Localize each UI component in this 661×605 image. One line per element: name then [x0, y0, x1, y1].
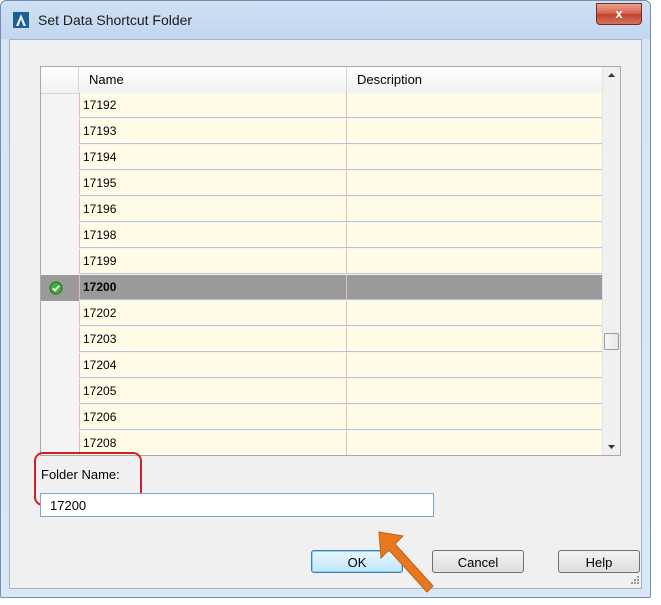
resize-grip-icon[interactable]	[628, 575, 640, 587]
grid-rows: 17192 17193 17194 17195 17196 17198 17199 17200…	[41, 93, 613, 455]
autocad-app-icon	[13, 12, 29, 28]
row-description-cell[interactable]	[347, 275, 613, 300]
help-button[interactable]: Help	[558, 550, 640, 573]
vertical-scrollbar[interactable]	[602, 67, 620, 455]
scroll-down-icon[interactable]	[603, 438, 620, 455]
table-row[interactable]: 17192	[41, 93, 613, 119]
row-status-cell	[41, 353, 79, 379]
row-status-cell	[41, 223, 79, 249]
table-row[interactable]: 17204	[41, 353, 613, 379]
row-name-cell[interactable]: 17192	[79, 93, 347, 118]
row-name-cell[interactable]: 17205	[79, 379, 347, 404]
folder-name-label: Folder Name:	[41, 467, 120, 482]
row-name-cell[interactable]: 17206	[79, 405, 347, 430]
row-description-cell[interactable]	[347, 197, 613, 222]
row-description-cell[interactable]	[347, 431, 613, 455]
grid-header: Name Description	[41, 67, 605, 94]
table-row[interactable]: 17199	[41, 249, 613, 275]
row-status-cell	[41, 301, 79, 327]
cancel-button[interactable]: Cancel	[432, 550, 524, 573]
table-row[interactable]: 17202	[41, 301, 613, 327]
row-status-cell	[41, 171, 79, 197]
row-name-cell[interactable]: 17204	[79, 353, 347, 378]
orange-arrow-icon	[378, 531, 434, 593]
header-status-column	[41, 67, 79, 93]
table-row[interactable]: 17193	[41, 119, 613, 145]
row-description-cell[interactable]	[347, 301, 613, 326]
row-name-cell[interactable]: 17193	[79, 119, 347, 144]
row-status-cell	[41, 249, 79, 275]
row-status-cell	[41, 197, 79, 223]
row-status-cell	[41, 275, 79, 301]
row-name-cell[interactable]: 17196	[79, 197, 347, 222]
row-name-cell[interactable]: 17200	[79, 275, 347, 300]
scroll-up-icon[interactable]	[603, 67, 620, 84]
table-row[interactable]: 17203	[41, 327, 613, 353]
row-name-cell[interactable]: 17195	[79, 171, 347, 196]
header-name[interactable]: Name	[79, 67, 347, 93]
row-name-cell[interactable]: 17199	[79, 249, 347, 274]
scrollbar-thumb[interactable]	[604, 333, 619, 350]
row-description-cell[interactable]	[347, 379, 613, 404]
row-description-cell[interactable]	[347, 145, 613, 170]
row-description-cell[interactable]	[347, 249, 613, 274]
row-name-cell[interactable]: 17203	[79, 327, 347, 352]
table-row[interactable]: 17195	[41, 171, 613, 197]
row-status-cell	[41, 327, 79, 353]
dialog-client-area: Name Description 17192 17193 17194 17195 171…	[9, 39, 642, 589]
folder-list-grid[interactable]: Name Description 17192 17193 17194 17195 171…	[40, 66, 621, 456]
window-title: Set Data Shortcut Folder	[38, 12, 193, 28]
row-description-cell[interactable]	[347, 171, 613, 196]
row-name-cell[interactable]: 17202	[79, 301, 347, 326]
folder-name-input[interactable]	[40, 493, 434, 517]
row-description-cell[interactable]	[347, 405, 613, 430]
row-status-cell	[41, 93, 79, 119]
row-status-cell	[41, 119, 79, 145]
table-row[interactable]: 17205	[41, 379, 613, 405]
row-description-cell[interactable]	[347, 93, 613, 118]
row-description-cell[interactable]	[347, 327, 613, 352]
table-row[interactable]: 17200	[41, 275, 613, 301]
checkmark-icon	[49, 281, 63, 295]
close-button[interactable]: x	[596, 3, 642, 25]
row-status-cell	[41, 405, 79, 431]
row-description-cell[interactable]	[347, 119, 613, 144]
row-status-cell	[41, 379, 79, 405]
table-row[interactable]: 17194	[41, 145, 613, 171]
table-row[interactable]: 17196	[41, 197, 613, 223]
header-description[interactable]: Description	[347, 67, 605, 93]
row-description-cell[interactable]	[347, 223, 613, 248]
row-description-cell[interactable]	[347, 353, 613, 378]
table-row[interactable]: 17206	[41, 405, 613, 431]
title-bar[interactable]: Set Data Shortcut Folder x	[1, 1, 650, 39]
row-status-cell	[41, 145, 79, 171]
dialog-window: Set Data Shortcut Folder x Name Descript…	[0, 0, 651, 598]
row-name-cell[interactable]: 17198	[79, 223, 347, 248]
table-row[interactable]: 17198	[41, 223, 613, 249]
row-name-cell[interactable]: 17194	[79, 145, 347, 170]
